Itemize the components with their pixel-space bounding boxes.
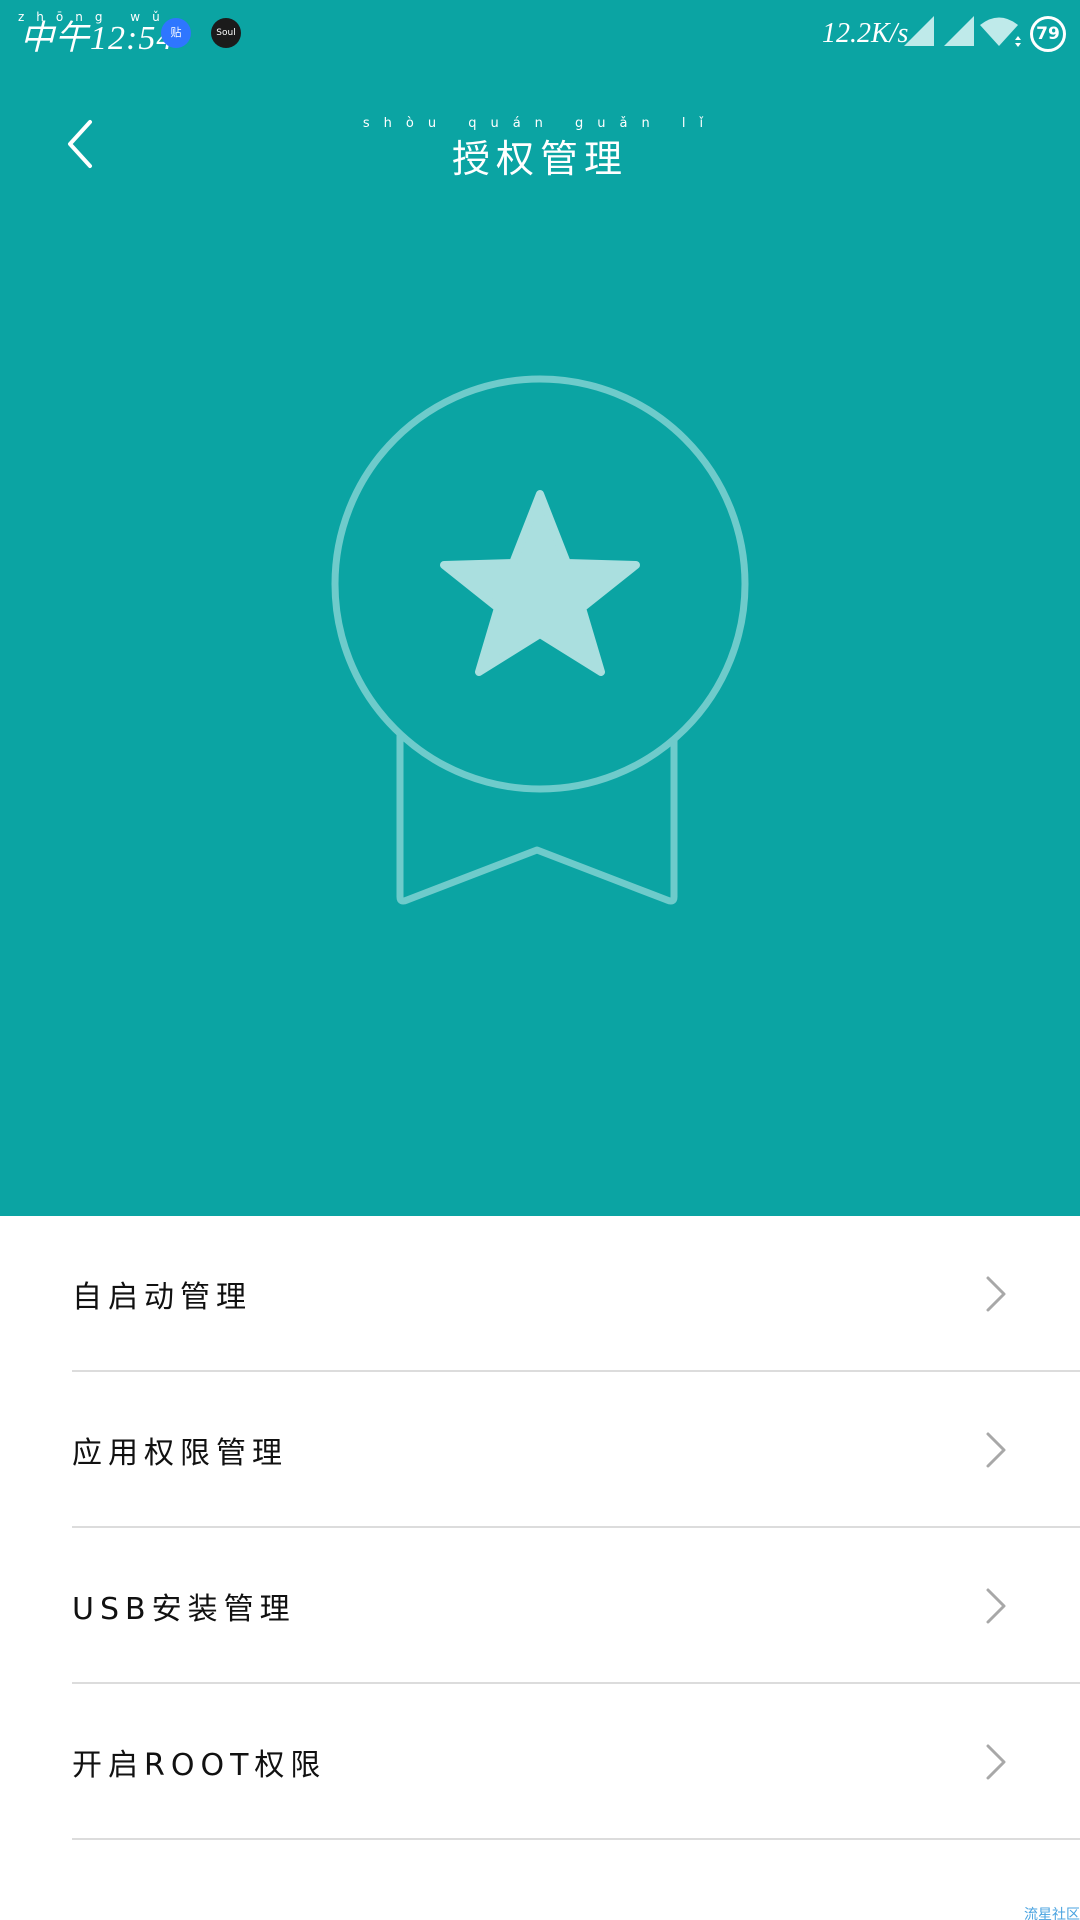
list-item-enable-root-permission[interactable]: 开启ROOT权限 bbox=[0, 1684, 1080, 1840]
list-item-usb-install-management[interactable]: USB安装管理 bbox=[0, 1528, 1080, 1684]
status-bar: zhōng wǔ 中午12:54 贴 Soul 12.2K/s 79 bbox=[0, 0, 1080, 68]
notification-soul-icon: Soul bbox=[211, 18, 241, 48]
notification-app-icon: 贴 bbox=[161, 18, 191, 48]
list-item-label: 自启动管理 bbox=[72, 1280, 252, 1315]
watermark: 流星社区 bbox=[1024, 1907, 1080, 1920]
settings-list: 自启动管理 应用权限管理 USB安装管理 开启ROOT权限 bbox=[0, 1216, 1080, 1840]
battery-icon: 79 bbox=[1030, 16, 1066, 52]
chevron-right-icon bbox=[986, 1588, 1006, 1624]
hero-banner: zhōng wǔ 中午12:54 贴 Soul 12.2K/s 79 shòu … bbox=[0, 0, 1080, 1216]
list-item-app-permission-management[interactable]: 应用权限管理 bbox=[0, 1372, 1080, 1528]
wifi-icon bbox=[980, 17, 1021, 47]
network-speed: 12.2K/s bbox=[822, 18, 909, 49]
signal-icon bbox=[944, 16, 974, 46]
list-item-label: 应用权限管理 bbox=[72, 1436, 288, 1471]
award-badge-star-icon bbox=[331, 375, 749, 905]
page: zhōng wǔ 中午12:54 贴 Soul 12.2K/s 79 shòu … bbox=[0, 0, 1080, 1920]
chevron-right-icon bbox=[986, 1432, 1006, 1468]
list-item-label: 开启ROOT权限 bbox=[72, 1748, 327, 1783]
signal-icon bbox=[904, 16, 934, 46]
chevron-right-icon bbox=[986, 1744, 1006, 1780]
chevron-right-icon bbox=[986, 1276, 1006, 1312]
status-time: 中午12:54 bbox=[20, 20, 175, 57]
divider bbox=[72, 1838, 1080, 1840]
page-title: 授权管理 bbox=[451, 137, 628, 181]
list-item-autostart-management[interactable]: 自启动管理 bbox=[0, 1216, 1080, 1372]
list-item-label: USB安装管理 bbox=[72, 1592, 296, 1627]
